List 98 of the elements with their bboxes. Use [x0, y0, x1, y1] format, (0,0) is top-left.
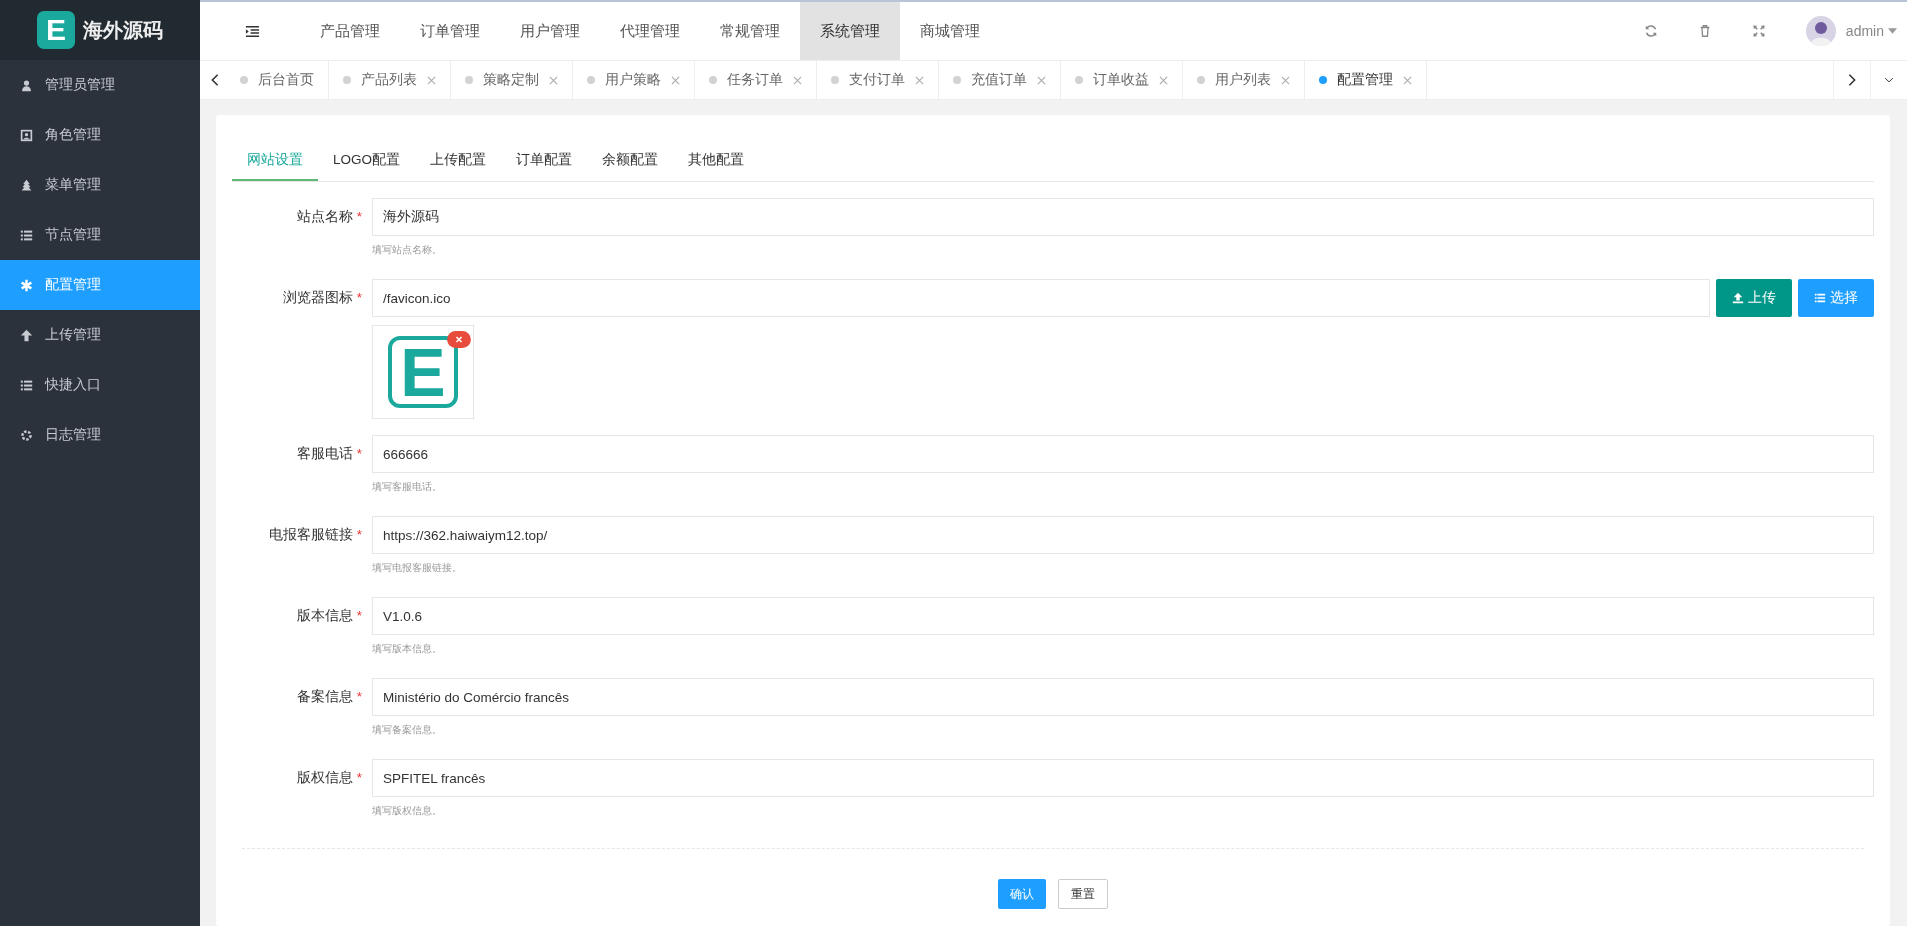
input-field[interactable]: 666666	[372, 435, 1874, 473]
reset-button[interactable]: 重置	[1058, 879, 1108, 909]
page-tab[interactable]: 充值订单	[939, 61, 1061, 99]
field-label: 客服电话	[296, 446, 353, 461]
required-mark: *	[356, 608, 362, 623]
close-icon[interactable]	[1403, 75, 1412, 85]
field-label: 浏览器图标	[282, 290, 353, 305]
nav-tab[interactable]: 订单管理	[400, 2, 500, 60]
chevron-right-icon	[1847, 73, 1857, 87]
close-icon[interactable]	[549, 75, 558, 85]
field-hint: 填写备案信息。	[372, 723, 443, 737]
menu-icon	[20, 428, 33, 442]
required-mark: *	[356, 527, 362, 542]
page-tab[interactable]: 策略定制	[451, 61, 573, 99]
sidebar-item[interactable]: 上传管理	[0, 310, 200, 360]
field-hint: 填写客服电话。	[372, 480, 443, 494]
field-label: 站点名称	[296, 209, 353, 224]
logo-text: 海外源码	[83, 17, 163, 43]
avatar[interactable]	[1805, 16, 1836, 46]
tab-dot	[1319, 76, 1327, 84]
menu-icon	[20, 228, 33, 242]
tab-dot	[343, 76, 351, 84]
close-icon[interactable]	[1281, 75, 1290, 85]
settings-tab[interactable]: LOGO配置	[318, 141, 415, 179]
required-mark: *	[356, 290, 362, 305]
field-hint: 填写版本信息。	[372, 642, 443, 656]
input-field[interactable]: V1.0.6	[372, 597, 1874, 635]
required-mark: *	[356, 689, 362, 704]
close-icon[interactable]	[1159, 75, 1168, 85]
tab-dot	[587, 76, 595, 84]
input-field[interactable]: 海外源码	[372, 198, 1874, 236]
close-icon[interactable]	[1037, 75, 1046, 85]
close-icon[interactable]	[427, 75, 436, 85]
menu-icon	[20, 278, 33, 292]
close-icon[interactable]	[915, 75, 924, 85]
input-field[interactable]: /favicon.ico	[372, 279, 1710, 317]
upload-icon	[1732, 292, 1744, 304]
close-icon[interactable]	[793, 75, 802, 85]
fullscreen-icon[interactable]	[1751, 24, 1766, 38]
field-label: 电报客服链接	[268, 527, 353, 542]
required-mark: *	[356, 446, 362, 461]
page-tab[interactable]: 用户策略	[573, 61, 695, 99]
user-name[interactable]: admin	[1845, 23, 1884, 39]
menu-icon	[20, 178, 33, 192]
page-tab[interactable]: 用户列表	[1183, 61, 1305, 99]
settings-tab[interactable]: 余额配置	[587, 141, 673, 179]
menu-icon	[20, 128, 33, 142]
tab-dot	[953, 76, 961, 84]
nav-tab[interactable]: 常规管理	[700, 2, 800, 60]
logo-icon: E	[37, 11, 75, 49]
remove-icon[interactable]	[447, 331, 471, 348]
nav-tab[interactable]: 代理管理	[600, 2, 700, 60]
input-field[interactable]: Ministério do Comércio francês	[372, 678, 1874, 716]
required-mark: *	[356, 209, 362, 224]
page-tab[interactable]: 订单收益	[1061, 61, 1183, 99]
settings-tab[interactable]: 上传配置	[415, 141, 501, 179]
nav-tab[interactable]: 用户管理	[500, 2, 600, 60]
menu-icon	[20, 328, 33, 342]
required-mark: *	[356, 770, 362, 785]
tab-dot	[831, 76, 839, 84]
field-label: 备案信息	[296, 689, 353, 704]
input-field[interactable]: SPFITEL francês	[372, 759, 1874, 797]
input-field[interactable]: https://362.haiwaiym12.top/	[372, 516, 1874, 554]
sidebar-item[interactable]: 快捷入口	[0, 360, 200, 410]
menu-icon	[20, 78, 33, 92]
tab-dot	[465, 76, 473, 84]
upload-button[interactable]: 上传	[1716, 279, 1792, 317]
sidebar-item[interactable]: 节点管理	[0, 210, 200, 260]
close-icon[interactable]	[671, 75, 680, 85]
settings-tab[interactable]: 其他配置	[673, 141, 759, 179]
page-tab[interactable]: 支付订单	[817, 61, 939, 99]
field-hint: 填写站点名称。	[372, 243, 443, 257]
refresh-icon[interactable]	[1643, 24, 1658, 38]
field-hint: 填写电报客服链接。	[372, 561, 463, 575]
sidebar-item[interactable]: 角色管理	[0, 110, 200, 160]
field-hint: 填写版权信息。	[372, 804, 443, 818]
caret-icon[interactable]	[1888, 28, 1897, 34]
settings-tab[interactable]: 订单配置	[501, 141, 587, 179]
tab-dot	[1197, 76, 1205, 84]
list-icon	[1814, 292, 1826, 304]
nav-tab[interactable]: 商城管理	[900, 2, 1000, 60]
tab-dot	[709, 76, 717, 84]
field-label: 版本信息	[296, 608, 353, 623]
field-label: 版权信息	[296, 770, 353, 785]
nav-tab[interactable]: 系统管理	[800, 2, 900, 60]
sidebar-item[interactable]: 管理员管理	[0, 60, 200, 110]
menu-icon	[20, 378, 33, 392]
sidebar-item[interactable]: 日志管理	[0, 410, 200, 460]
page-tab[interactable]: 配置管理	[1305, 61, 1427, 99]
page-tab[interactable]: 产品列表	[329, 61, 451, 99]
tab-dot	[240, 76, 248, 84]
tab-dot	[1075, 76, 1083, 84]
page-tab[interactable]: 任务订单	[695, 61, 817, 99]
page-tab[interactable]: 后台首页	[226, 61, 329, 99]
menu-icon[interactable]	[245, 23, 260, 39]
nav-tab[interactable]: 产品管理	[300, 2, 400, 60]
chevron-left-icon[interactable]	[210, 73, 220, 87]
sidebar-item[interactable]: 菜单管理	[0, 160, 200, 210]
